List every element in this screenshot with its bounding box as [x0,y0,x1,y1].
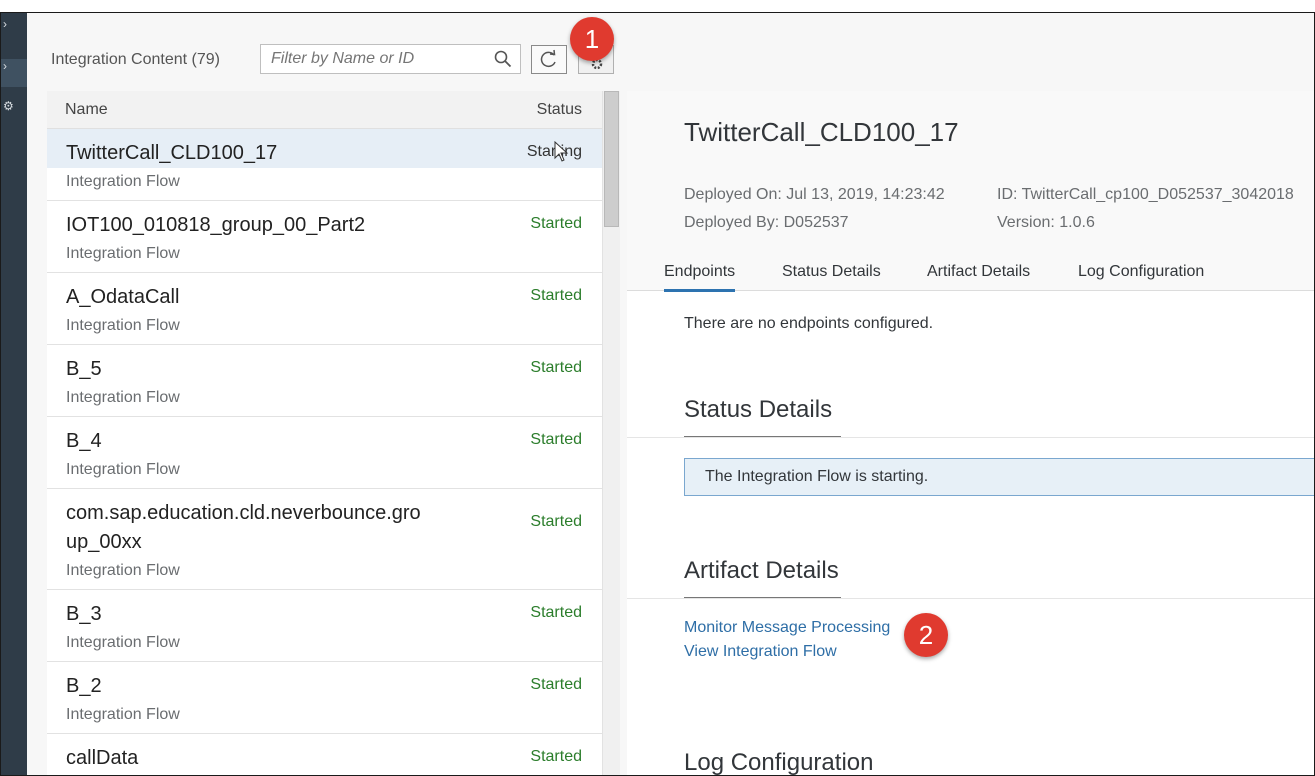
refresh-button[interactable] [531,45,567,74]
app-frame: › › ⚙ Integration Content (79) Filter by… [0,12,1315,776]
item-name: B_3 [66,603,102,625]
tab-endpoints[interactable]: Endpoints [664,263,736,292]
item-status: Started [530,431,582,448]
master-toolbar: Integration Content (79) [27,13,627,89]
status-message-strip: The Integration Flow is starting. [684,458,1314,496]
list-item[interactable]: B_5 Integration Flow Started [47,345,602,417]
item-type: Integration Flow [47,168,602,200]
master-list-panel: Integration Content (79) Filter by Name … [27,13,627,775]
item-status: Started [530,359,582,376]
search-field[interactable] [260,44,521,74]
item-status: Started [530,287,582,304]
monitor-message-processing-link[interactable]: Monitor Message Processing [684,619,890,637]
list-title: Integration Content (79) [51,51,220,68]
list-item[interactable]: IOT100_010818_group_00_Part2 Integration… [47,201,602,273]
item-type: Integration Flow [66,461,180,478]
item-name: callData [66,747,139,769]
no-endpoints-text: There are no endpoints configured. [684,315,934,332]
artifact-details-heading: Artifact Details [684,557,839,584]
artifact-id: ID: TwitterCall_cp100_D052537_3042018 [997,186,1294,203]
item-status: Started [530,604,582,621]
item-type: Integration Flow [66,706,180,723]
log-configuration-heading: Log Configuration [684,749,874,776]
list-item[interactable]: B_2 Integration Flow Started [47,662,602,734]
item-type: Integration Flow [66,317,180,334]
section-divider [627,437,1314,438]
section-divider [627,598,1314,599]
item-name: TwitterCall_CLD100_17 [66,142,278,164]
list-item[interactable]: B_3 Integration Flow Started [47,590,602,662]
list-item[interactable]: B_4 Integration Flow Started [47,417,602,489]
item-type: Integration Flow [66,562,180,579]
item-name: com.sap.education.cld.neverbounce.gro up… [66,502,421,553]
list-scrollbar[interactable] [602,91,620,775]
list-item[interactable]: TwitterCall_CLD100_17 Integration Flow S… [47,129,602,201]
column-header-name[interactable]: Name [65,101,108,119]
search-icon[interactable] [494,50,512,68]
view-integration-flow-link[interactable]: View Integration Flow [684,643,837,661]
nav-expand-icon[interactable]: › [1,17,27,45]
item-type: Integration Flow [66,245,180,262]
item-name: A_OdataCall [66,286,180,308]
item-name: B_5 [66,358,102,380]
nav-settings-icon[interactable]: ⚙ [1,99,27,127]
item-status: Started [530,676,582,693]
item-status: Started [530,215,582,232]
integration-content-list: TwitterCall_CLD100_17 Integration Flow S… [47,129,602,775]
item-name: IOT100_010818_group_00_Part2 [66,214,366,236]
item-status: Started [530,748,582,765]
refresh-icon [540,49,556,68]
deployed-by: Deployed By: D052537 [684,214,849,231]
item-type: Integration Flow [66,634,180,651]
item-name: B_4 [66,430,102,452]
callout-badge-1: 1 [570,17,614,61]
callout-badge-2: 2 [904,613,948,657]
tab-status-details[interactable]: Status Details [782,263,881,289]
artifact-version: Version: 1.0.6 [997,214,1095,231]
nav-monitor-icon[interactable]: › [1,59,27,87]
list-header: Name Status [47,91,602,129]
list-item[interactable]: callData Integration Flow Started [47,734,602,775]
deployed-on: Deployed On: Jul 13, 2019, 14:23:42 [684,186,945,203]
status-details-heading: Status Details [684,396,833,423]
object-title: TwitterCall_CLD100_17 [684,117,959,147]
tab-artifact-details[interactable]: Artifact Details [927,263,1030,289]
side-navigation: › › ⚙ [1,13,27,775]
detail-panel: TwitterCall_CLD100_17 Deployed On: Jul 1… [627,13,1314,776]
mouse-cursor-icon [554,141,569,162]
item-name: B_2 [66,675,102,697]
list-item[interactable]: A_OdataCall Integration Flow Started [47,273,602,345]
item-status: Started [530,513,582,530]
column-header-status[interactable]: Status [537,101,582,119]
tab-log-configuration[interactable]: Log Configuration [1078,263,1204,289]
item-type: Integration Flow [66,389,180,406]
scrollbar-thumb[interactable] [604,91,619,227]
list-item[interactable]: com.sap.education.cld.neverbounce.gro up… [47,489,602,590]
detail-top-bar [627,13,1314,91]
search-input[interactable] [261,45,481,73]
detail-tab-bar: Endpoints Status Details Artifact Detail… [627,253,1314,292]
